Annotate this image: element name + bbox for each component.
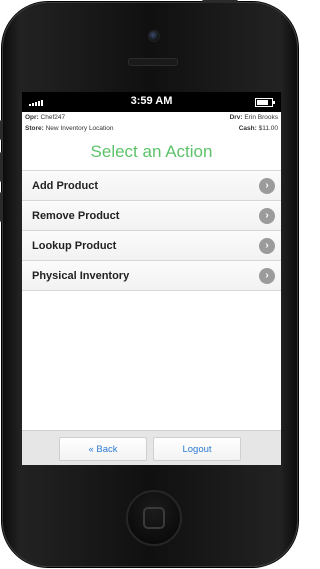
chevron-right-icon: › [259,267,275,284]
store-info: Store: New Inventory Location [25,125,114,132]
menu-item-label: Add Product [32,179,98,192]
back-button[interactable]: « Back [59,437,147,461]
cash-info: Cash: $11.00 [238,125,278,132]
operator-info: Opr: Chef247 [25,114,66,121]
camera-icon [148,30,160,42]
driver-info: Drv: Erin Brooks [229,114,278,121]
menu-item-remove-product[interactable]: Remove Product › [22,201,281,231]
home-square-icon [143,507,165,529]
speaker-grille [128,58,178,66]
volume-down-button [0,192,3,222]
volume-up-button [0,152,3,182]
home-button[interactable] [126,490,182,546]
chevron-right-icon: › [259,177,275,194]
action-menu: Add Product › Remove Product › Lookup Pr… [22,170,281,291]
menu-item-label: Physical Inventory [32,269,130,282]
status-time: 3:59 AM [130,95,173,107]
menu-item-label: Lookup Product [32,239,117,252]
page-title: Select an Action [90,142,213,161]
chevron-right-icon: › [259,237,275,254]
footer-toolbar: « Back Logout [22,430,281,465]
menu-item-lookup-product[interactable]: Lookup Product › [22,231,281,261]
battery-icon [255,98,275,107]
power-button [202,0,238,3]
app-screen: 3:59 AM Opr: Chef247 Drv: Erin Brooks St… [22,92,281,465]
status-bar: 3:59 AM [22,92,281,112]
menu-item-add-product[interactable]: Add Product › [22,171,281,201]
menu-item-label: Remove Product [32,209,120,222]
session-info: Opr: Chef247 Drv: Erin Brooks Store: New… [22,112,281,136]
logout-button[interactable]: Logout [153,437,241,461]
chevron-right-icon: › [259,207,275,224]
menu-item-physical-inventory[interactable]: Physical Inventory › [22,261,281,291]
mute-switch [0,120,3,140]
